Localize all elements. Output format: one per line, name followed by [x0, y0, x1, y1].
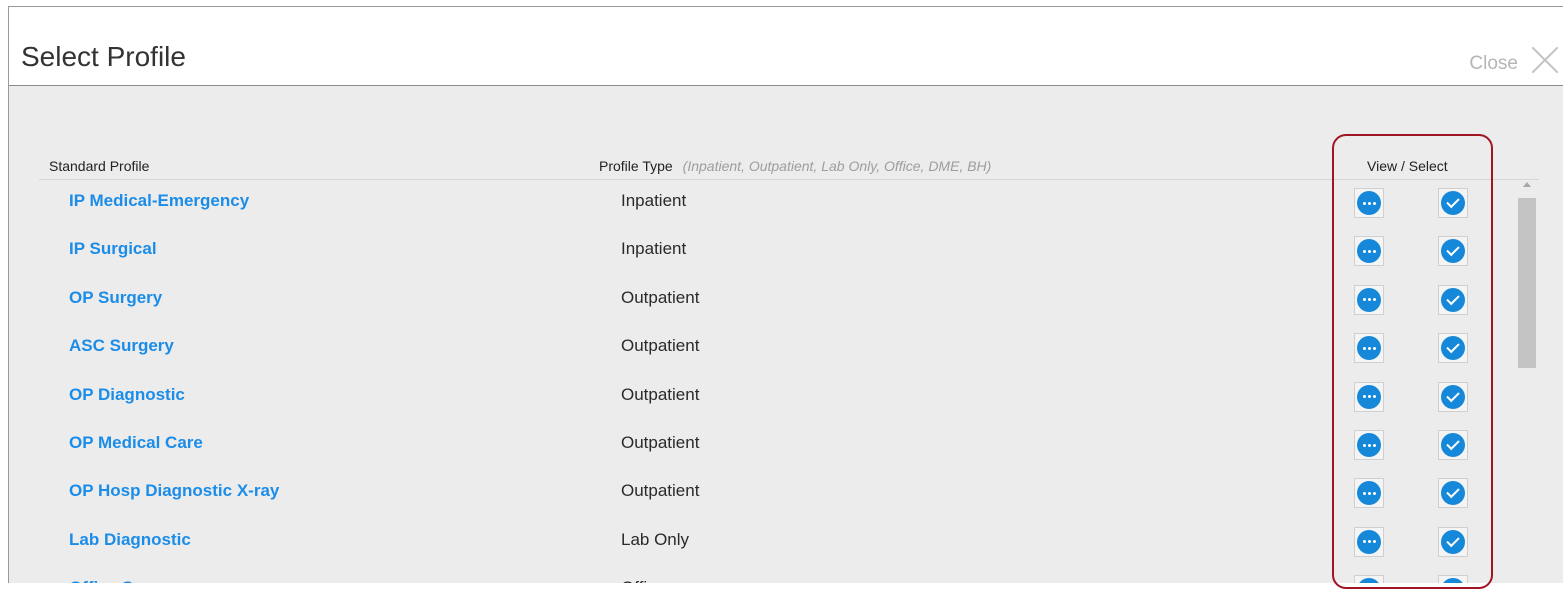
profile-type: Outpatient: [621, 384, 700, 404]
select-button[interactable]: [1438, 333, 1468, 364]
profile-type: Office: [621, 578, 665, 583]
view-more-icon: [1357, 529, 1381, 554]
table-row: OP Surgery Outpatient: [9, 280, 1509, 326]
view-more-icon: [1357, 384, 1381, 409]
dialog-header: Select Profile Close: [9, 7, 1563, 86]
select-profile-dialog: Select Profile Close Standard Profile Pr…: [8, 6, 1563, 583]
table-row: OP Diagnostic Outpatient: [9, 377, 1509, 423]
table-row: IP Surgical Inpatient: [9, 231, 1509, 277]
table-row: ASC Surgery Outpatient: [9, 328, 1509, 374]
profile-type: Outpatient: [621, 481, 700, 501]
view-more-icon: [1357, 433, 1381, 457]
profile-type-label: Profile Type: [599, 158, 673, 174]
profile-name-link[interactable]: OP Diagnostic: [69, 385, 185, 405]
select-button[interactable]: [1438, 478, 1468, 509]
view-more-icon: [1357, 481, 1381, 506]
profile-name-link[interactable]: IP Medical-Emergency: [69, 191, 249, 211]
select-button[interactable]: [1438, 284, 1468, 315]
dialog-title: Select Profile: [21, 41, 186, 72]
profile-name-link[interactable]: OP Surgery: [69, 288, 162, 308]
table-row: IP Medical-Emergency Inpatient: [9, 183, 1509, 229]
profile-type: Outpatient: [621, 287, 700, 307]
header-divider: [39, 179, 1539, 180]
view-more-icon: [1357, 191, 1381, 215]
profile-name-link[interactable]: ASC Surgery: [69, 336, 174, 356]
profile-name-link[interactable]: Office Surgery: [69, 578, 186, 583]
select-check-icon: [1441, 287, 1465, 312]
table-row: OP Medical Care Outpatient: [9, 425, 1509, 471]
view-button[interactable]: [1354, 236, 1384, 267]
view-more-icon: [1357, 287, 1381, 312]
view-more-icon: [1357, 336, 1381, 361]
view-button[interactable]: [1354, 478, 1384, 509]
profile-type: Outpatient: [621, 336, 700, 356]
select-check-icon: [1441, 239, 1465, 264]
select-check-icon: [1441, 433, 1465, 457]
profile-type: Lab Only: [621, 529, 690, 549]
select-button[interactable]: [1438, 381, 1468, 412]
select-check-icon: [1441, 578, 1465, 583]
view-button[interactable]: [1354, 333, 1384, 364]
select-check-icon: [1441, 384, 1465, 409]
column-header-standard-profile: Standard Profile: [49, 158, 150, 174]
select-button[interactable]: [1438, 526, 1468, 557]
profile-name-link[interactable]: IP Surgical: [69, 239, 157, 259]
table-row: OP Hosp Diagnostic X-ray Outpatient: [9, 473, 1509, 519]
scroll-up-arrow-icon[interactable]: [1523, 182, 1531, 187]
view-button[interactable]: [1354, 526, 1384, 557]
profile-type: Inpatient: [621, 191, 687, 210]
scrollbar[interactable]: [1514, 178, 1540, 583]
view-more-icon: [1357, 578, 1381, 583]
table-row: Office Surgery Office: [9, 570, 1509, 583]
profile-name-link[interactable]: Lab Diagnostic: [69, 530, 191, 550]
profile-type: Inpatient: [621, 239, 687, 259]
select-button[interactable]: [1438, 236, 1468, 267]
select-button[interactable]: [1438, 430, 1468, 460]
view-button[interactable]: [1354, 430, 1384, 460]
column-header-view-select: View / Select: [1367, 158, 1448, 174]
profile-type-hint: (Inpatient, Outpatient, Lab Only, Office…: [682, 158, 992, 174]
select-check-icon: [1441, 481, 1465, 506]
profile-name-link[interactable]: OP Medical Care: [69, 433, 203, 453]
close-icon[interactable]: [1530, 45, 1560, 75]
select-check-icon: [1441, 336, 1465, 361]
view-button[interactable]: [1354, 284, 1384, 315]
profile-name-link[interactable]: OP Hosp Diagnostic X-ray: [69, 481, 279, 501]
select-check-icon: [1441, 529, 1465, 554]
view-button[interactable]: [1354, 188, 1384, 218]
select-check-icon: [1441, 191, 1465, 215]
view-button[interactable]: [1354, 381, 1384, 412]
dialog-body: Standard Profile Profile Type (Inpatient,…: [9, 86, 1563, 583]
view-more-icon: [1357, 239, 1381, 264]
close-button[interactable]: Close: [1469, 53, 1518, 75]
select-button[interactable]: [1438, 188, 1468, 218]
table-row: Lab Diagnostic Lab Only: [9, 522, 1509, 568]
column-header-profile-type: Profile Type (Inpatient, Outpatient, Lab …: [599, 158, 991, 174]
scrollbar-thumb[interactable]: [1518, 198, 1536, 368]
profile-type: Outpatient: [621, 433, 700, 452]
